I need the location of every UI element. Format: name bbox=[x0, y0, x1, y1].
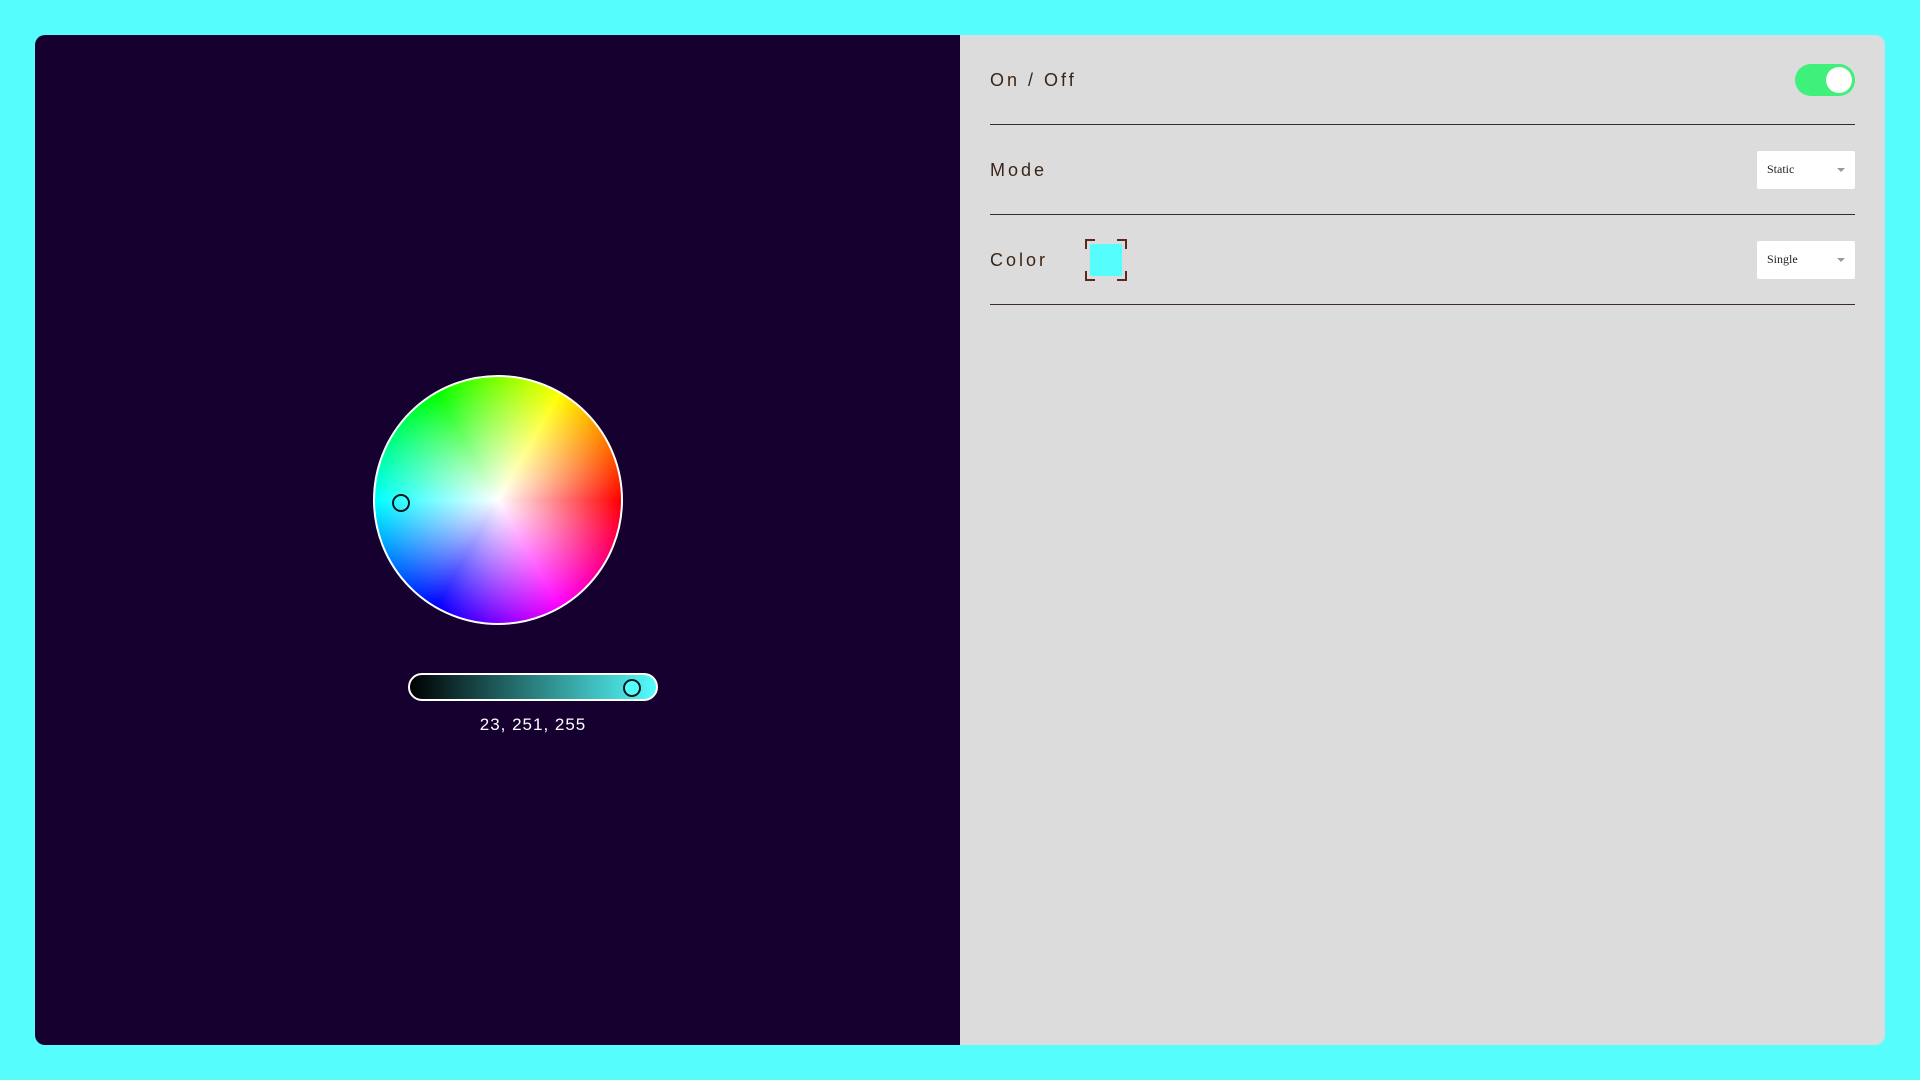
color-type-dropdown-value: Single bbox=[1767, 252, 1798, 266]
color-row: Color Single bbox=[990, 215, 1855, 305]
color-label: Color bbox=[990, 250, 1049, 270]
mode-row: Mode Static bbox=[990, 125, 1855, 215]
color-wheel-handle[interactable] bbox=[392, 494, 410, 512]
mode-label: Mode bbox=[990, 160, 1048, 180]
settings-panel: On / Off Mode Static Color Single bbox=[960, 35, 1885, 1045]
color-wheel[interactable] bbox=[373, 375, 623, 625]
power-toggle[interactable] bbox=[1795, 64, 1855, 96]
color-swatch bbox=[1090, 244, 1122, 276]
chevron-down-icon bbox=[1837, 167, 1845, 172]
brightness-slider-handle[interactable] bbox=[623, 679, 641, 697]
power-row: On / Off bbox=[990, 35, 1855, 125]
rgb-value-readout: 23, 251, 255 bbox=[479, 715, 587, 734]
power-label: On / Off bbox=[990, 70, 1077, 90]
mode-dropdown-value: Static bbox=[1767, 162, 1795, 176]
brightness-slider[interactable] bbox=[408, 673, 658, 701]
toggle-knob bbox=[1826, 67, 1852, 93]
color-swatch-button[interactable] bbox=[1085, 239, 1127, 281]
light-controller-app: 23, 251, 255 On / Off Mode Static Color bbox=[35, 35, 1885, 1045]
chevron-down-icon bbox=[1837, 257, 1845, 262]
color-type-dropdown[interactable]: Single bbox=[1757, 240, 1855, 279]
mode-dropdown[interactable]: Static bbox=[1757, 150, 1855, 189]
color-picker-panel: 23, 251, 255 bbox=[35, 35, 960, 1045]
